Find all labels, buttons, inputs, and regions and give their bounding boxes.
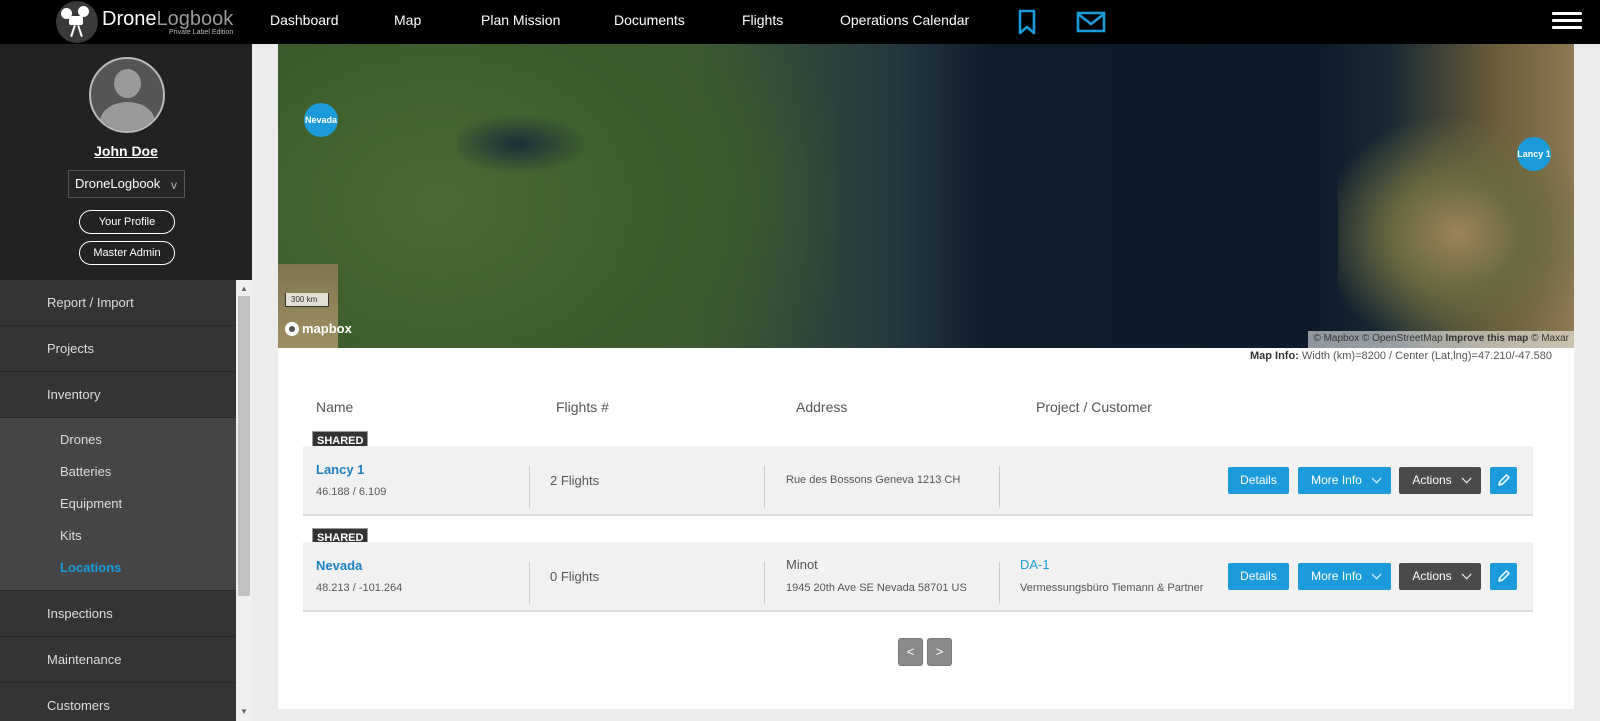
sidebar-item-projects[interactable]: Projects [0,326,236,372]
more-info-label: More Info [1311,569,1362,583]
nav-flights[interactable]: Flights [742,12,783,28]
your-profile-button[interactable]: Your Profile [79,210,175,234]
actions-button[interactable]: Actions [1399,563,1481,590]
sidebar: John Doe DroneLogbook v Your Profile Mas… [0,44,252,721]
top-navbar: DroneLogbook Private Label Edition Dashb… [0,0,1600,44]
chevron-down-icon: v [171,178,177,192]
details-button[interactable]: Details [1228,563,1289,590]
mapbox-logo-text: mapbox [302,321,352,336]
map-marker-lancy-1[interactable]: Lancy 1 [1517,137,1551,171]
map-info-label: Map Info: [1249,350,1299,362]
col-header-address: Address [796,399,848,415]
master-admin-button[interactable]: Master Admin [79,241,175,265]
chevron-down-icon [1461,569,1472,580]
col-header-name: Name [316,399,354,415]
user-name-link[interactable]: John Doe [0,143,252,159]
bookmark-icon[interactable] [1013,8,1041,36]
brand-name-b: Logbook [156,8,234,30]
map-info: Map Info: Width (km)=8200 / Center (Lat,… [1250,350,1552,362]
sidebar-item-inspections[interactable]: Inspections [0,591,236,637]
map-marker-nevada[interactable]: Nevada [304,103,338,137]
col-header-flights: Flights # [556,399,609,415]
profile-panel: John Doe DroneLogbook v Your Profile Mas… [0,44,252,280]
edit-button[interactable] [1490,467,1517,494]
actions-label: Actions [1412,473,1452,487]
hamburger-menu-icon[interactable] [1552,12,1582,32]
location-name-link[interactable]: Lancy 1 [316,462,364,477]
table-row: Nevada 48.213 / -101.264 0 Flights Minot… [303,542,1533,612]
map-scale: 300 km [285,293,329,307]
more-info-button[interactable]: More Info [1298,467,1391,494]
scrollbar-thumb[interactable] [238,296,250,596]
actions-label: Actions [1412,569,1452,583]
sidebar-item-customers[interactable]: Customers [0,683,236,721]
chevron-down-icon [1371,473,1382,484]
col-header-project-customer: Project / Customer [1036,399,1152,415]
avatar[interactable] [89,57,165,133]
address-line2: Rue des Bossons Geneva 1213 CH [786,474,961,486]
brand-logo[interactable]: DroneLogbook Private Label Edition [56,1,233,43]
location-coords: 46.188 / 6.109 [316,486,387,498]
org-select-value: DroneLogbook [75,176,161,191]
details-button[interactable]: Details [1228,467,1289,494]
project-link[interactable]: DA-1 [1020,557,1050,572]
sidebar-sub-kits[interactable]: Kits [0,520,236,552]
map-view[interactable]: Nevada Lancy 1 300 km mapbox © Mapbox © … [278,44,1574,348]
pencil-icon [1497,474,1510,486]
scroll-down-icon[interactable]: ▼ [236,705,252,719]
sidebar-sub-equipment[interactable]: Equipment [0,488,236,520]
pager-prev-button[interactable]: < [898,638,923,666]
sidebar-item-maintenance[interactable]: Maintenance [0,637,236,683]
nav-documents[interactable]: Documents [614,12,685,28]
attribution-text-b: © Maxar [1531,333,1569,344]
sidebar-sub-batteries[interactable]: Batteries [0,456,236,488]
scroll-up-icon[interactable]: ▲ [236,282,252,296]
map-attribution: © Mapbox © OpenStreetMap Improve this ma… [1308,331,1574,348]
inventory-submenu: Drones Batteries Equipment Kits Location… [0,418,236,591]
map-info-value: Width (km)=8200 / Center (Lat,lng)=47.21… [1301,350,1552,362]
sidebar-scrollbar[interactable]: ▲ ▼ [236,280,252,721]
more-info-button[interactable]: More Info [1298,563,1391,590]
attribution-text-a: © Mapbox © OpenStreetMap [1313,333,1443,344]
org-select[interactable]: DroneLogbook v [68,170,185,198]
nav-operations-calendar[interactable]: Operations Calendar [840,12,969,28]
pager-next-button[interactable]: > [927,638,952,666]
more-info-label: More Info [1311,473,1362,487]
sidebar-item-report-import[interactable]: Report / Import [0,280,236,326]
edit-button[interactable] [1490,563,1517,590]
location-coords: 48.213 / -101.264 [316,582,403,594]
nav-plan-mission[interactable]: Plan Mission [481,12,560,28]
nav-dashboard[interactable]: Dashboard [270,12,339,28]
pencil-icon [1497,570,1510,582]
sidebar-sub-locations[interactable]: Locations [0,552,236,584]
chevron-down-icon [1461,473,1472,484]
chevron-down-icon [1371,569,1382,580]
sidebar-sub-drones[interactable]: Drones [0,424,236,456]
sidebar-menu: Report / Import Projects Inventory Drone… [0,280,236,721]
customer-name: Vermessungsbüro Tiemann & Partner [1020,582,1204,594]
drone-logo-icon [56,1,98,43]
sidebar-item-inventory[interactable]: Inventory [0,372,236,418]
flights-count: 2 Flights [550,473,600,488]
brand-name-a: Drone [102,8,157,30]
improve-map-link[interactable]: Improve this map [1445,333,1528,344]
mapbox-logo[interactable]: mapbox [285,321,352,336]
nav-map[interactable]: Map [394,12,421,28]
location-name-link[interactable]: Nevada [316,558,362,573]
actions-button[interactable]: Actions [1399,467,1481,494]
address-line1: Minot [786,557,818,572]
mapbox-icon [285,321,299,336]
brand-tagline: Private Label Edition [169,29,234,36]
table-row: Lancy 1 46.188 / 6.109 2 Flights Rue des… [303,446,1533,516]
mail-icon[interactable] [1075,8,1107,36]
address-line2: 1945 20th Ave SE Nevada 58701 US [786,582,967,594]
content-panel: Nevada Lancy 1 300 km mapbox © Mapbox © … [278,44,1574,709]
flights-count: 0 Flights [550,569,600,584]
